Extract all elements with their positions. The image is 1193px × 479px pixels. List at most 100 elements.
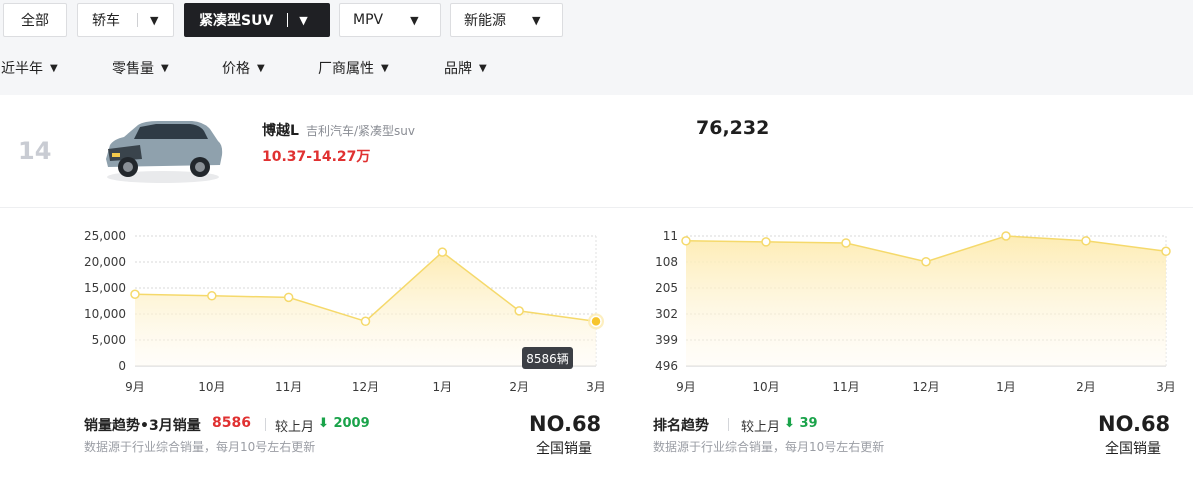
delta-number: 2009 xyxy=(333,416,370,431)
tab-new-energy[interactable]: 新能源 ▼ xyxy=(450,3,563,37)
y-tick-label: 205 xyxy=(655,281,678,295)
filter-brand[interactable]: 品牌 ▼ xyxy=(444,58,487,78)
data-source-note: 数据源于行业综合销量，每月10号左右更新 xyxy=(653,440,885,454)
chevron-down-icon: ▼ xyxy=(257,62,265,74)
delta-number: 39 xyxy=(799,416,818,431)
national-rank-label: 全国销量 xyxy=(536,441,592,457)
sales-trend-chart: 0 5,000 10,000 15,000 20,000 25,000 9月 10月 11月 12… xyxy=(84,229,606,394)
x-tick-label: 10月 xyxy=(752,380,779,394)
data-point xyxy=(590,315,602,328)
filter-period[interactable]: 近半年 ▼ xyxy=(1,58,58,78)
y-tick-label: 0 xyxy=(118,359,126,373)
chevron-down-icon[interactable]: ▼ xyxy=(299,14,307,27)
area-fill xyxy=(686,236,1166,366)
data-point xyxy=(283,292,294,303)
data-point xyxy=(1081,236,1091,246)
ranking-row[interactable]: 14 博越L 吉利汽车/紧凑型suv 10.37-14.27万 76,232 xyxy=(0,95,1193,208)
arrow-down-icon: ⬇ xyxy=(784,416,795,431)
compare-label: 较上月 xyxy=(741,420,781,435)
data-point xyxy=(761,237,771,247)
divider xyxy=(728,418,729,431)
x-tick-label: 1月 xyxy=(996,380,1016,394)
rank-trend-chart: 11 108 205 302 399 496 9月 10月 11月 12月 1月 2月 3月 xyxy=(655,229,1176,394)
data-point xyxy=(207,291,217,301)
chevron-down-icon[interactable]: ▼ xyxy=(150,14,158,27)
national-rank-label: 全国销量 xyxy=(1105,441,1161,457)
data-point xyxy=(130,289,140,299)
filter-price[interactable]: 价格 ▼ xyxy=(222,58,265,78)
filter-manufacturer[interactable]: 厂商属性 ▼ xyxy=(318,58,389,78)
x-tick-label: 1月 xyxy=(433,380,453,394)
car-price: 10.37-14.27万 xyxy=(262,149,371,165)
filter-label: 品牌 xyxy=(444,61,472,77)
car-maker: 吉利汽车/紧凑型suv xyxy=(306,124,416,138)
tab-label: 轿车 xyxy=(92,13,120,29)
tab-label: 全部 xyxy=(21,13,49,29)
y-tick-label: 302 xyxy=(655,307,678,321)
chevron-down-icon[interactable]: ▼ xyxy=(532,14,540,27)
x-tick-label: 9月 xyxy=(676,380,696,394)
rank-number: 14 xyxy=(18,137,52,165)
x-tick-label: 2月 xyxy=(1076,380,1096,394)
y-tick-label: 10,000 xyxy=(84,307,126,321)
y-tick-label: 11 xyxy=(663,229,678,243)
tab-label: 新能源 xyxy=(464,13,506,29)
tab-divider xyxy=(287,13,289,27)
data-point xyxy=(841,238,851,248)
x-tick-label: 2月 xyxy=(509,380,529,394)
delta-value: ⬇ 39 xyxy=(784,416,818,431)
sales-summary: 销量趋势•3月销量 8586 较上月 ⬇ 2009 数据源于行业综合销量，每月1… xyxy=(84,412,604,462)
tab-compact-suv[interactable]: 紧凑型SUV ▼ xyxy=(184,3,330,37)
x-tick-label: 11月 xyxy=(275,380,302,394)
tab-sedan[interactable]: 轿车 ▼ xyxy=(77,3,174,37)
x-tick-label: 3月 xyxy=(1156,380,1176,394)
filter-label: 近半年 xyxy=(1,61,43,77)
data-point xyxy=(514,306,524,316)
data-point xyxy=(360,316,371,327)
y-tick-label: 108 xyxy=(655,255,678,269)
arrow-down-icon: ⬇ xyxy=(318,416,329,431)
tab-all[interactable]: 全部 xyxy=(3,3,67,37)
x-tick-label: 9月 xyxy=(125,380,145,394)
chevron-down-icon: ▼ xyxy=(161,62,169,74)
x-tick-label: 12月 xyxy=(912,380,939,394)
rank-trend-title: 排名趋势 xyxy=(653,418,709,434)
x-tick-label: 12月 xyxy=(352,380,379,394)
y-tick-label: 5,000 xyxy=(92,333,126,347)
tab-label: MPV xyxy=(353,12,384,28)
rank-summary: 排名趋势 较上月 ⬇ 39 数据源于行业综合销量，每月10号左右更新 NO.68… xyxy=(653,412,1173,462)
trend-charts: 0 5,000 10,000 15,000 20,000 25,000 9月 10月 11月 12… xyxy=(84,229,1176,394)
car-name[interactable]: 博越L xyxy=(262,120,299,140)
filter-sales-type[interactable]: 零售量 ▼ xyxy=(112,58,169,78)
chevron-down-icon: ▼ xyxy=(381,62,389,74)
data-source-note: 数据源于行业综合销量，每月10号左右更新 xyxy=(84,440,316,454)
y-tick-label: 15,000 xyxy=(84,281,126,295)
chevron-down-icon[interactable]: ▼ xyxy=(410,14,418,27)
filter-bar: 全部 轿车 ▼ 紧凑型SUV ▼ MPV ▼ 新能源 ▼ 近半年 ▼ 零售量 ▼ 价… xyxy=(0,0,1193,95)
total-sales: 76,232 xyxy=(696,117,770,139)
x-tick-label: 11月 xyxy=(832,380,859,394)
data-point xyxy=(681,236,691,246)
y-tick-label: 496 xyxy=(655,359,678,373)
tab-divider xyxy=(137,13,138,27)
national-rank: NO.68 xyxy=(1098,412,1171,436)
data-point xyxy=(1161,246,1171,257)
filter-label: 价格 xyxy=(222,61,250,77)
chart-tooltip: 8586辆 xyxy=(522,347,573,369)
compare-label: 较上月 xyxy=(275,420,315,435)
car-image[interactable] xyxy=(100,115,226,185)
delta-value: ⬇ 2009 xyxy=(318,416,370,431)
data-point xyxy=(437,247,448,257)
tab-mpv[interactable]: MPV ▼ xyxy=(339,3,441,37)
y-tick-label: 399 xyxy=(655,333,678,347)
filter-label: 厂商属性 xyxy=(318,61,374,77)
filter-label: 零售量 xyxy=(112,61,154,77)
monthly-sales-value: 8586 xyxy=(212,415,251,431)
divider xyxy=(265,418,266,431)
national-rank: NO.68 xyxy=(529,412,602,436)
sales-trend-title: 销量趋势•3月销量 xyxy=(84,418,201,434)
y-tick-label: 20,000 xyxy=(84,255,126,269)
data-point xyxy=(921,256,931,267)
x-tick-label: 10月 xyxy=(198,380,225,394)
data-point xyxy=(1001,231,1011,241)
